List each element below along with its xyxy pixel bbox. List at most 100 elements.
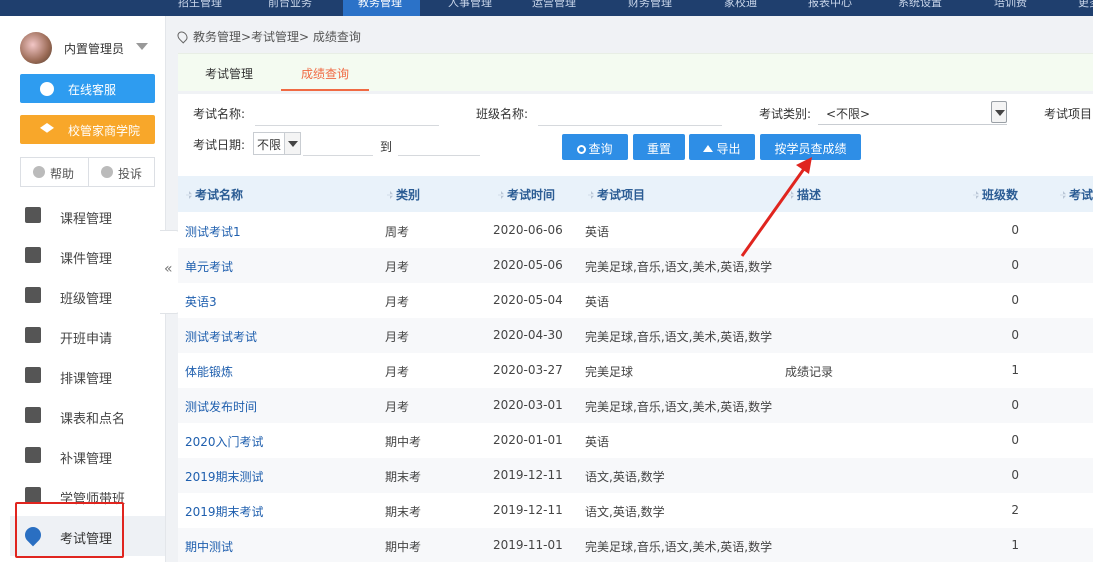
column-header-type[interactable]: 类别	[387, 186, 420, 203]
column-header-label: 班级数	[982, 188, 1019, 202]
tab-exam-management[interactable]: 考试管理	[205, 65, 253, 82]
column-header-exam-time[interactable]: 考试时间	[498, 186, 555, 203]
online-service-label: 在线客服	[68, 83, 117, 97]
caret-down-icon[interactable]	[136, 43, 148, 50]
topnav-item[interactable]: 报表中心	[808, 0, 878, 16]
column-header-exam-name[interactable]: 考试名称	[186, 186, 243, 203]
sort-icon	[973, 191, 979, 199]
exam-name-link[interactable]: 2019期末测试	[185, 468, 264, 485]
dropdown-arrow-icon[interactable]	[991, 101, 1007, 123]
exam-items-cell: 完美足球,音乐,语文,美术,英语,数学	[585, 400, 773, 414]
exam-name-link[interactable]: 测试考试1	[185, 223, 241, 240]
class-icon	[25, 287, 41, 303]
exam-items-cell: 完美足球,音乐,语文,美术,英语,数学	[585, 540, 773, 554]
tab-score-query[interactable]: 成绩查询	[301, 65, 349, 82]
column-header-description[interactable]: 描述	[788, 186, 821, 203]
exam-type-cell: 月考	[385, 295, 410, 309]
online-service-button[interactable]: 在线客服	[20, 74, 155, 103]
topnav-item[interactable]: 系统设置	[898, 0, 968, 16]
topnav-label: 运营管理	[532, 0, 576, 9]
exam-name-link[interactable]: 单元考试	[185, 258, 233, 275]
rollcall-icon	[25, 407, 41, 423]
exam-type-select[interactable]: <不限>	[818, 101, 1007, 125]
exam-name-link[interactable]: 测试考试考试	[185, 328, 257, 345]
exam-name-link[interactable]: 体能锻炼	[185, 363, 233, 380]
topnav-label: 报表中心	[808, 0, 852, 9]
table-row: 体能锻炼 月考 2020-03-27 完美足球 成绩记录 1	[178, 353, 1093, 388]
sidebar-item-courseware[interactable]: 课件管理	[10, 236, 165, 276]
exam-date-select[interactable]: 不限	[253, 132, 301, 155]
topnav-item[interactable]: 人事管理	[448, 0, 518, 16]
sidebar-item-class[interactable]: 班级管理	[10, 276, 165, 316]
academy-label: 校管家商学院	[68, 124, 141, 138]
breadcrumb-text: 教务管理>考试管理> 成绩查询	[193, 30, 361, 44]
active-tab-indicator	[281, 89, 369, 91]
exam-type-label: 考试类别:	[759, 107, 812, 121]
exam-date-value: 不限	[257, 138, 282, 152]
help-button[interactable]: 帮助	[21, 158, 88, 186]
export-label: 导出	[716, 142, 741, 156]
academy-button[interactable]: 校管家商学院	[20, 115, 155, 144]
class-name-label: 班级名称:	[476, 107, 529, 121]
sidebar-item-course[interactable]: 课程管理	[10, 196, 165, 236]
sidebar-collapse-toggle[interactable]: «	[160, 230, 180, 314]
exam-date-cell: 2020-05-06	[493, 258, 563, 272]
sidebar-item-rollcall[interactable]: 课表和点名	[10, 396, 165, 436]
column-header-exam[interactable]: 考试	[1060, 186, 1093, 203]
sidebar-item-label: 排课管理	[60, 372, 113, 387]
query-by-student-button[interactable]: 按学员查成绩	[760, 134, 861, 160]
exam-type-cell: 期末考	[385, 470, 422, 484]
exam-date-cell: 2019-12-11	[493, 503, 563, 517]
exam-date-cell: 2020-03-01	[493, 398, 563, 412]
exam-date-cell: 2020-03-27	[493, 363, 563, 377]
location-pin-icon	[175, 29, 190, 44]
user-menu[interactable]: 内置管理员	[20, 32, 160, 64]
topnav-item[interactable]: 更多	[1078, 0, 1093, 16]
exam-name-link[interactable]: 测试发布时间	[185, 398, 257, 415]
topnav-item[interactable]: 培训费	[994, 0, 1044, 16]
sidebar: 内置管理员 在线客服 校管家商学院 帮助 投诉 课程管理 课件管理 班级管理 开…	[0, 16, 166, 562]
exam-item-label: 考试项目	[1044, 107, 1093, 121]
sidebar-item-apply[interactable]: 开班申请	[10, 316, 165, 356]
sort-icon	[186, 191, 192, 199]
exam-name-input[interactable]	[255, 125, 439, 126]
exam-name-link[interactable]: 期中测试	[185, 538, 233, 555]
dropdown-arrow-icon[interactable]	[284, 133, 300, 154]
topnav-item[interactable]: 运营管理	[532, 0, 602, 16]
table-row: 测试考试1 周考 2020-06-06 英语 0	[178, 213, 1093, 248]
date-from-input[interactable]	[303, 155, 373, 156]
topnav-item[interactable]: 前台业务	[268, 0, 338, 16]
exam-name-link[interactable]: 2020入门考试	[185, 433, 264, 450]
sidebar-item-schedule[interactable]: 排课管理	[10, 356, 165, 396]
exam-name-label: 考试名称:	[193, 107, 246, 121]
query-button[interactable]: 查询	[562, 134, 628, 160]
export-button[interactable]: 导出	[689, 134, 755, 160]
topnav-item[interactable]: 家校通	[724, 0, 784, 16]
topnav-item-active[interactable]: 教务管理	[343, 0, 420, 16]
column-header-label: 考试名称	[195, 188, 244, 202]
sidebar-item-label: 课表和点名	[60, 412, 126, 427]
reset-label: 重置	[646, 142, 671, 156]
exam-name-link[interactable]: 2019期末考试	[185, 503, 264, 520]
table-row: 英语3 月考 2020-05-04 英语 0	[178, 283, 1093, 318]
exam-items-cell: 完美足球	[585, 365, 634, 379]
class-count-cell: 0	[1011, 398, 1019, 412]
column-header-exam-items[interactable]: 考试项目	[588, 186, 645, 203]
complaint-label: 投诉	[118, 167, 143, 181]
column-header-class-count[interactable]: 班级数	[973, 186, 1018, 203]
reset-button[interactable]: 重置	[633, 134, 685, 160]
class-name-input[interactable]	[538, 125, 722, 126]
sidebar-item-label: 课件管理	[60, 252, 113, 267]
topnav-item[interactable]: 招生管理	[178, 0, 248, 16]
date-to-input[interactable]	[398, 155, 480, 156]
complaint-button[interactable]: 投诉	[88, 158, 155, 186]
topnav-item[interactable]: 财务管理	[628, 0, 698, 16]
topnav-label: 招生管理	[178, 0, 222, 9]
exam-name-link[interactable]: 英语3	[185, 293, 217, 310]
exam-items-cell: 语文,英语,数学	[585, 505, 665, 519]
sidebar-item-makeup[interactable]: 补课管理	[10, 436, 165, 476]
sort-icon	[387, 191, 393, 199]
tab-bar: 考试管理 成绩查询	[178, 53, 1093, 91]
complaint-icon	[101, 166, 113, 178]
exam-items-cell: 完美足球,音乐,语文,美术,英语,数学	[585, 260, 773, 274]
